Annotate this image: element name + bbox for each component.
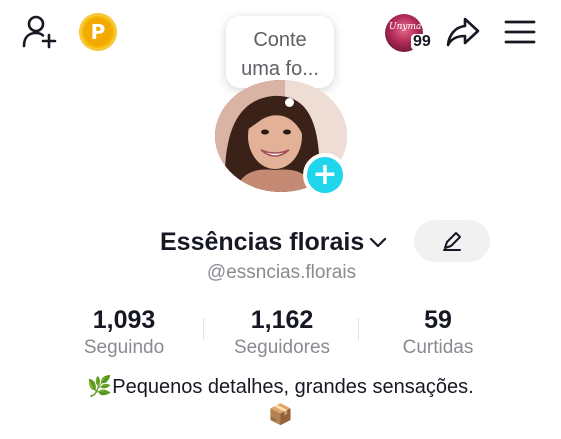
- hamburger-menu-icon: [504, 20, 536, 44]
- profile-prompt-bubble[interactable]: Conte uma fo...: [226, 16, 334, 88]
- visitors-count: 99: [411, 33, 433, 50]
- display-name: Essências florais: [160, 227, 365, 256]
- stat-followers[interactable]: 1,162 Seguidores: [220, 304, 344, 360]
- stats-divider: [203, 318, 204, 340]
- add-friend-button[interactable]: [20, 12, 62, 52]
- share-button[interactable]: [443, 12, 483, 52]
- profile-stats: 1,093 Seguindo 1,162 Seguidores 59 Curti…: [0, 304, 561, 364]
- pencil-icon: [443, 232, 461, 251]
- coin-letter: P: [84, 18, 112, 46]
- bubble-line-1: Conte: [253, 29, 307, 51]
- bubble-dot: [285, 98, 294, 107]
- profile-visitors-button[interactable]: Unyma 99: [385, 12, 437, 52]
- profile-name-row[interactable]: Essências florais: [160, 222, 388, 262]
- profile-bio-emoji: 📦: [268, 404, 293, 426]
- followers-count: 1,162: [250, 306, 314, 334]
- share-arrow-icon: [446, 17, 480, 47]
- add-person-icon: [22, 15, 57, 49]
- following-count: 1,093: [92, 306, 156, 334]
- coin-icon: P: [79, 13, 117, 51]
- stats-divider: [358, 318, 359, 340]
- profile-bio: 🌿Pequenos detalhes, grandes sensações.: [87, 376, 474, 398]
- likes-label: Curtidas: [402, 337, 474, 358]
- stat-following[interactable]: 1,093 Seguindo: [64, 304, 184, 360]
- likes-count: 59: [424, 306, 452, 334]
- menu-button[interactable]: [500, 12, 540, 52]
- plus-icon: +: [312, 157, 338, 192]
- visitor-avatar-text: Unyma: [389, 22, 422, 32]
- coin-button[interactable]: P: [78, 12, 118, 52]
- followers-label: Seguidores: [233, 337, 331, 358]
- profile-handle: @essncias.florais: [206, 262, 357, 283]
- edit-profile-button[interactable]: [414, 220, 490, 262]
- add-avatar-button[interactable]: +: [303, 153, 347, 197]
- following-label: Seguindo: [83, 337, 165, 358]
- stat-likes[interactable]: 59 Curtidas: [385, 304, 491, 360]
- chevron-down-icon: [370, 237, 387, 248]
